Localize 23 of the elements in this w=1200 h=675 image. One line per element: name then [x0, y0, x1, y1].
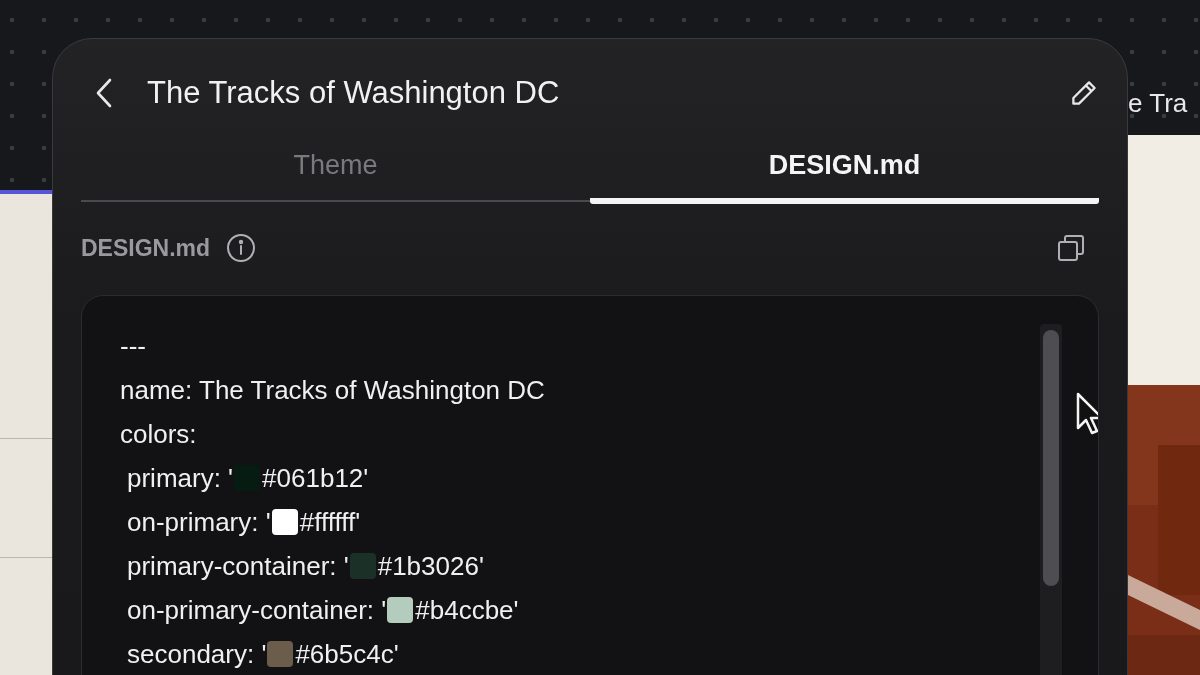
code-key: primary-container: '	[127, 544, 349, 589]
code-line: ---	[120, 330, 146, 364]
background-title: e Tra	[1128, 88, 1188, 119]
code-key: on-primary-container: '	[127, 588, 387, 633]
code-value: #ffffff'	[299, 506, 361, 540]
code-value: #6b5c4c'	[295, 638, 399, 672]
code-key: primary: '	[127, 456, 234, 501]
code-key: secondary: '	[127, 632, 267, 675]
tab[interactable]: DESIGN.md	[590, 146, 1099, 204]
code-key: on-primary: '	[127, 500, 271, 545]
code-value: #b4ccbe'	[415, 594, 519, 628]
scrollbar-track[interactable]	[1040, 324, 1062, 675]
scrollbar-thumb[interactable]	[1043, 330, 1059, 587]
back-icon[interactable]	[95, 77, 113, 108]
code-value: #061b12'	[262, 462, 369, 496]
tab[interactable]: Theme	[81, 146, 590, 204]
info-icon[interactable]	[226, 233, 257, 264]
panel-title: The Tracks of Washington DC	[147, 74, 561, 111]
code-line: name: The Tracks of Washington DC	[120, 374, 545, 408]
section-label: DESIGN.md	[81, 235, 211, 262]
copy-icon[interactable]	[1057, 234, 1085, 263]
code-value: #1b3026'	[377, 550, 484, 584]
code-line: colors:	[120, 418, 197, 452]
